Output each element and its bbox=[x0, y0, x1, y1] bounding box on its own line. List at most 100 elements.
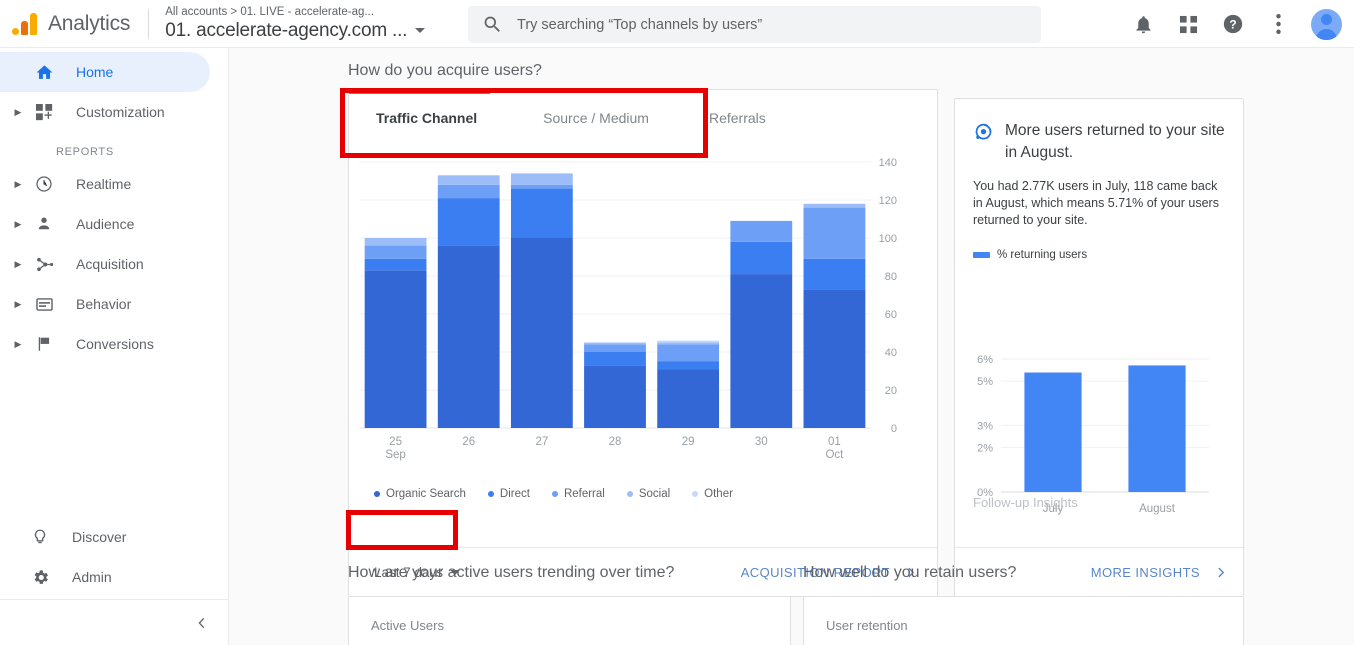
svg-text:25: 25 bbox=[389, 436, 402, 448]
insights-card: More users returned to your site in Augu… bbox=[954, 98, 1244, 597]
svg-text:20: 20 bbox=[885, 385, 897, 397]
legend-item[interactable]: Organic Search bbox=[374, 488, 466, 500]
svg-text:6%: 6% bbox=[977, 354, 993, 366]
search-input[interactable]: Try searching “Top channels by users” bbox=[517, 17, 762, 33]
search-bar[interactable]: Try searching “Top channels by users” bbox=[468, 6, 1041, 43]
sidebar-item-admin[interactable]: Admin bbox=[0, 557, 229, 597]
top-app-bar: Analytics All accounts > 01. LIVE - acce… bbox=[0, 0, 1354, 48]
acquisition-chart-legend: Organic Search Direct Referral Social Other bbox=[349, 488, 937, 500]
apps-grid-icon[interactable] bbox=[1176, 12, 1200, 36]
acquisition-card: Traffic Channel Source / Medium Referral… bbox=[348, 89, 938, 597]
sidebar-item-behavior[interactable]: ▶ Behavior bbox=[0, 284, 228, 324]
legend-item[interactable]: Social bbox=[626, 488, 671, 500]
svg-text:?: ? bbox=[1229, 18, 1236, 32]
sidebar-item-discover[interactable]: Discover bbox=[0, 517, 229, 557]
chevron-right-icon bbox=[1218, 567, 1225, 577]
sidebar-item-acquisition[interactable]: ▶ Acquisition bbox=[0, 244, 228, 284]
legend-swatch bbox=[374, 491, 380, 497]
svg-text:100: 100 bbox=[879, 233, 897, 245]
legend-swatch bbox=[692, 491, 699, 497]
svg-text:40: 40 bbox=[885, 347, 897, 359]
legend-label: Organic Search bbox=[386, 488, 466, 500]
expand-arrow-icon[interactable]: ▶ bbox=[8, 107, 28, 118]
sidebar-item-label: Conversions bbox=[76, 336, 154, 352]
acquisition-icon bbox=[32, 255, 56, 274]
sidebar-item-customization[interactable]: ▶ Customization bbox=[0, 92, 228, 132]
active-users-card: Active Users bbox=[348, 596, 791, 645]
svg-text:Sep: Sep bbox=[385, 449, 405, 461]
tab-traffic-channel[interactable]: Traffic Channel bbox=[374, 90, 479, 146]
svg-text:120: 120 bbox=[879, 195, 897, 207]
sidebar-section-label: REPORTS bbox=[56, 146, 114, 158]
expand-arrow-icon[interactable]: ▶ bbox=[8, 219, 28, 230]
expand-arrow-icon[interactable]: ▶ bbox=[8, 179, 28, 190]
section-title-acquisition: How do you acquire users? bbox=[348, 62, 542, 79]
notifications-bell-icon[interactable] bbox=[1131, 12, 1155, 36]
sidebar-item-label: Realtime bbox=[76, 176, 132, 192]
avatar[interactable] bbox=[1311, 8, 1342, 40]
sidebar-item-realtime[interactable]: ▶ Realtime bbox=[0, 164, 228, 204]
legend-label: Social bbox=[638, 488, 671, 500]
legend-swatch bbox=[487, 491, 494, 497]
section-title-user-retention: How well do you retain users? bbox=[803, 564, 1017, 581]
sidebar-item-conversions[interactable]: ▶ Conversions bbox=[0, 324, 228, 364]
lightbulb-icon bbox=[28, 528, 52, 546]
acquisition-chart[interactable]: 0 20 40 60 80 100 120 140 25 Sep 26 27 28 29 30 01 Oct bbox=[349, 146, 937, 486]
divider bbox=[148, 8, 150, 39]
legend-label: % returning users bbox=[997, 249, 1088, 261]
svg-text:August: August bbox=[1139, 503, 1176, 515]
insights-chart-legend: % returning users bbox=[955, 249, 1243, 261]
search-icon bbox=[484, 16, 500, 32]
svg-text:2%: 2% bbox=[977, 443, 993, 455]
svg-text:Oct: Oct bbox=[825, 449, 844, 461]
main-content: How do you acquire users? Traffic Channe… bbox=[229, 48, 1354, 645]
google-analytics-home-page: Analytics All accounts > 01. LIVE - acce… bbox=[0, 0, 1354, 645]
svg-text:80: 80 bbox=[885, 271, 897, 283]
legend-label: Referral bbox=[563, 488, 605, 500]
svg-text:5%: 5% bbox=[977, 376, 993, 388]
sidebar-item-label: Home bbox=[76, 64, 114, 80]
acquisition-tabs: Traffic Channel Source / Medium Referral… bbox=[349, 90, 937, 146]
more-vert-icon[interactable] bbox=[1266, 12, 1290, 36]
insights-body: You had 2.77K users in July, 118 came ba… bbox=[973, 179, 1219, 227]
tab-source-medium[interactable]: Source / Medium bbox=[541, 90, 651, 146]
sidebar-collapse-button[interactable] bbox=[0, 599, 229, 645]
user-retention-card: User retention bbox=[803, 596, 1244, 645]
legend-item[interactable]: Referral bbox=[551, 488, 605, 500]
flag-icon bbox=[32, 335, 56, 353]
sidebar-item-audience[interactable]: ▶ Audience bbox=[0, 204, 228, 244]
svg-text:27: 27 bbox=[535, 436, 548, 448]
insights-header: More users returned to your site in Augu… bbox=[955, 99, 1243, 164]
svg-text:3%: 3% bbox=[977, 421, 993, 433]
section-title-active-users: How are your active users trending over … bbox=[348, 564, 675, 581]
insights-title: More users returned to your site in Augu… bbox=[1005, 122, 1225, 161]
legend-item[interactable]: Direct bbox=[487, 488, 530, 500]
account-selector[interactable]: All accounts > 01. LIVE - accelerate-ag.… bbox=[165, 5, 426, 43]
chevron-left-icon bbox=[198, 617, 205, 628]
chevron-down-icon[interactable] bbox=[415, 28, 426, 33]
sidebar-item-home[interactable]: Home bbox=[0, 52, 210, 92]
svg-text:01: 01 bbox=[828, 436, 841, 448]
active-users-card-title: Active Users bbox=[371, 618, 444, 633]
help-circle-icon[interactable]: ? bbox=[1221, 12, 1245, 36]
analytics-logo-icon[interactable] bbox=[12, 9, 42, 39]
sidebar-item-label: Audience bbox=[76, 216, 135, 232]
tab-referrals[interactable]: Referrals bbox=[707, 90, 768, 146]
insights-chart: 0% 2% 3% 5% 6% July August bbox=[955, 349, 1245, 544]
legend-swatch bbox=[626, 491, 633, 497]
clock-icon bbox=[32, 175, 56, 193]
sidebar-item-label: Behavior bbox=[76, 296, 132, 312]
account-name: 01. accelerate-agency.com ... bbox=[165, 19, 408, 41]
sidebar-item-label: Discover bbox=[72, 529, 127, 545]
expand-arrow-icon[interactable]: ▶ bbox=[8, 299, 28, 310]
more-insights-link[interactable]: MORE INSIGHTS bbox=[1091, 565, 1227, 580]
legend-item[interactable]: Other bbox=[692, 488, 733, 500]
followup-insights-label: Follow-up Insights bbox=[973, 495, 1078, 510]
customization-icon bbox=[32, 103, 56, 121]
svg-text:28: 28 bbox=[609, 436, 622, 448]
svg-text:26: 26 bbox=[462, 436, 475, 448]
top-bar-icons: ? bbox=[1131, 0, 1342, 48]
expand-arrow-icon[interactable]: ▶ bbox=[8, 259, 28, 270]
expand-arrow-icon[interactable]: ▶ bbox=[8, 339, 28, 350]
insights-icon bbox=[975, 123, 994, 140]
